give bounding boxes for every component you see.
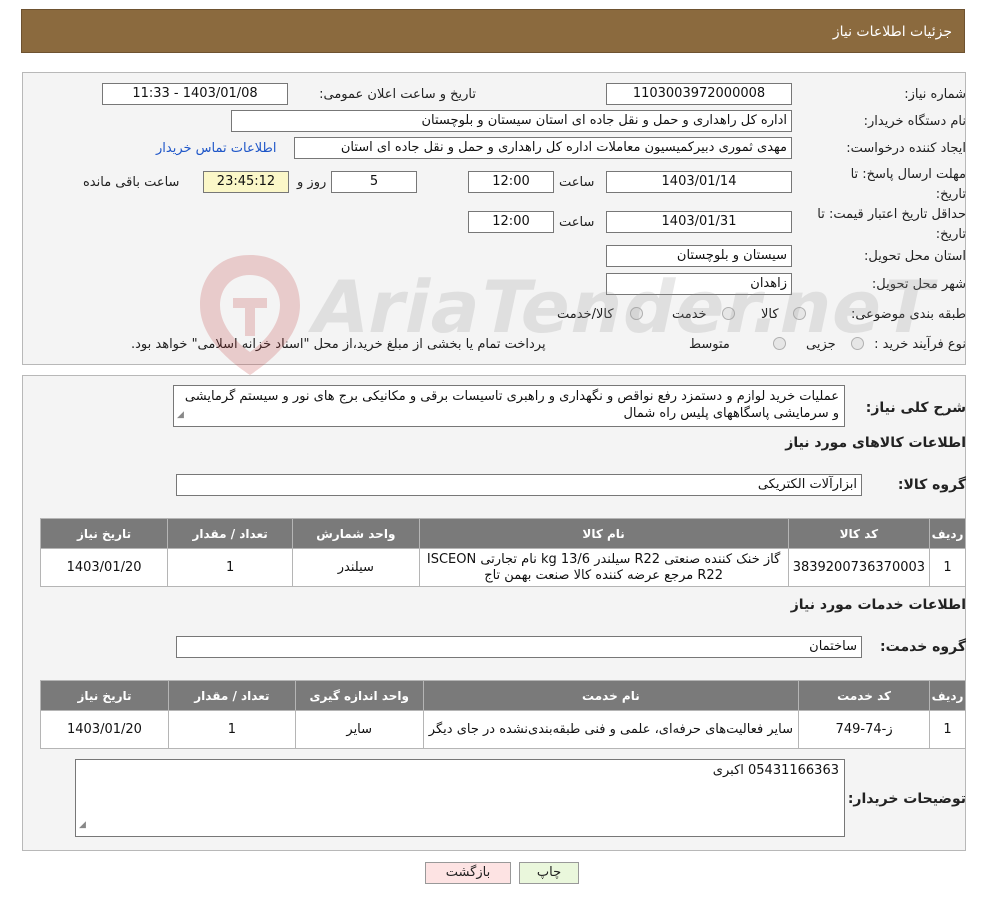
goods-name: گاز خنک کننده صنعتی R22 سیلندر 13/6 kg ن… [418, 548, 789, 587]
goods-table-header: ردیف کد کالا نام کالا واحد شمارش تعداد /… [39, 518, 966, 549]
goods-group-label: گروه کالا: [897, 477, 966, 493]
row-index: 1 [929, 710, 966, 749]
process-radio-minor[interactable] [851, 337, 864, 350]
process-option-medium: متوسط [689, 337, 730, 352]
category-label: طبقه بندی موضوعی: [850, 307, 966, 322]
validity-date-field: 1403/01/31 [606, 211, 792, 233]
column-header: تعداد / مقدار [167, 518, 294, 549]
creator-label: ایجاد کننده درخواست: [846, 141, 966, 156]
process-radio-medium[interactable] [773, 337, 786, 350]
column-header: کد کالا [787, 518, 931, 549]
resize-grip-icon[interactable]: ◢ [79, 817, 86, 834]
category-radio-goods[interactable] [793, 307, 806, 320]
time-remaining-field: 23:45:12 [203, 171, 289, 193]
contact-info-link[interactable]: اطلاعات تماس خریدار [156, 141, 276, 156]
description-textarea[interactable]: عملیات خرید لوازم و دستمزد رفع نواقص و ن… [173, 385, 845, 427]
goods-need-date: 1403/01/20 [39, 548, 169, 587]
validity-time-field: 12:00 [468, 211, 554, 233]
row-index: 1 [929, 548, 966, 587]
back-button[interactable]: بازگشت [425, 862, 511, 884]
service-need-date: 1403/01/20 [40, 710, 169, 749]
service-code: ز-74-749 [798, 710, 931, 749]
column-header: تعداد / مقدار [167, 680, 296, 711]
category-radio-service[interactable] [722, 307, 735, 320]
buyer-notes-text: 05431166363 اکبری [712, 763, 839, 778]
column-header: نام کالا [418, 518, 789, 549]
creator-field: مهدی ثموری دبیرکمیسیون معاملات اداره کل … [294, 137, 792, 159]
goods-code: 3839200736370003 [787, 548, 931, 587]
validity-label: حداقل تاریخ اعتبار قیمت: تا تاریخ: [817, 207, 966, 242]
city-label: شهر محل تحویل: [871, 277, 966, 292]
goods-unit: سیلندر [292, 548, 420, 587]
process-label: نوع فرآیند خرید : [874, 337, 966, 352]
services-group-field: ساختمان [176, 636, 862, 658]
validity-time-label: ساعت [559, 215, 595, 230]
deadline-label: مهلت ارسال پاسخ: تا تاریخ: [850, 167, 966, 202]
column-header: ردیف [929, 680, 966, 711]
deadline-time-field: 12:00 [468, 171, 554, 193]
buyer-notes-label: توضیحات خریدار: [847, 791, 966, 807]
column-header: تاریخ نیاز [40, 680, 169, 711]
page-header: جزئیات اطلاعات نیاز [21, 9, 965, 53]
deadline-time-label: ساعت [559, 175, 595, 190]
column-header: واحد شمارش [292, 518, 420, 549]
service-name: سایر فعالیت‌های حرفه‌ای، علمی و فنی طبقه… [422, 710, 800, 749]
goods-table: ردیف کد کالا نام کالا واحد شمارش تعداد /… [39, 518, 966, 587]
column-header: ردیف [929, 518, 966, 549]
category-radio-goods-service[interactable] [630, 307, 643, 320]
province-field: سیستان و بلوچستان [606, 245, 792, 267]
announce-datetime-field: 1403/01/08 - 11:33 [102, 83, 288, 105]
page-title: جزئیات اطلاعات نیاز [832, 24, 952, 40]
process-note: پرداخت تمام یا بخشی از مبلغ خرید،از محل … [131, 337, 546, 352]
buyer-org-label: نام دستگاه خریدار: [863, 114, 966, 129]
services-table-header: ردیف کد خدمت نام خدمت واحد اندازه گیری ت… [40, 680, 966, 711]
category-option-goods-service: کالا/خدمت [557, 307, 614, 322]
table-row: 1 ز-74-749 سایر فعالیت‌های حرفه‌ای، علمی… [40, 710, 966, 749]
services-table: ردیف کد خدمت نام خدمت واحد اندازه گیری ت… [40, 680, 966, 749]
need-number-field: 1103003972000008 [606, 83, 792, 105]
service-quantity: 1 [167, 710, 296, 749]
buyer-notes-textarea[interactable]: 05431166363 اکبری ◢ [75, 759, 845, 837]
description-label: شرح کلی نیاز: [865, 400, 966, 416]
service-unit: سایر [294, 710, 424, 749]
description-text: عملیات خرید لوازم و دستمزد رفع نواقص و ن… [184, 389, 839, 421]
time-remaining-label: ساعت باقی مانده [83, 175, 180, 190]
announce-label: تاریخ و ساعت اعلان عمومی: [319, 87, 476, 102]
column-header: تاریخ نیاز [39, 518, 169, 549]
city-field: زاهدان [606, 273, 792, 295]
goods-quantity: 1 [167, 548, 294, 587]
services-section-title: اطلاعات خدمات مورد نیاز [790, 597, 966, 613]
days-remaining-field: 5 [331, 171, 417, 193]
resize-grip-icon[interactable]: ◢ [177, 407, 184, 424]
services-group-label: گروه خدمت: [880, 639, 966, 655]
process-option-minor: جزیی [806, 337, 836, 352]
print-button[interactable]: چاپ [519, 862, 579, 884]
need-number-label: شماره نیاز: [904, 87, 966, 102]
column-header: نام خدمت [422, 680, 800, 711]
column-header: کد خدمت [798, 680, 931, 711]
goods-section-title: اطلاعات کالاهای مورد نیاز [785, 435, 966, 451]
buyer-org-field: اداره کل راهداری و حمل و نقل جاده ای است… [231, 110, 792, 132]
column-header: واحد اندازه گیری [294, 680, 424, 711]
category-option-goods: کالا [761, 307, 779, 322]
category-option-service: خدمت [672, 307, 707, 322]
goods-group-field: ابزارآلات الکتریکی [176, 474, 862, 496]
days-label: روز و [297, 175, 327, 190]
table-row: 1 3839200736370003 گاز خنک کننده صنعتی R… [39, 548, 966, 587]
province-label: استان محل تحویل: [864, 249, 966, 264]
deadline-date-field: 1403/01/14 [606, 171, 792, 193]
